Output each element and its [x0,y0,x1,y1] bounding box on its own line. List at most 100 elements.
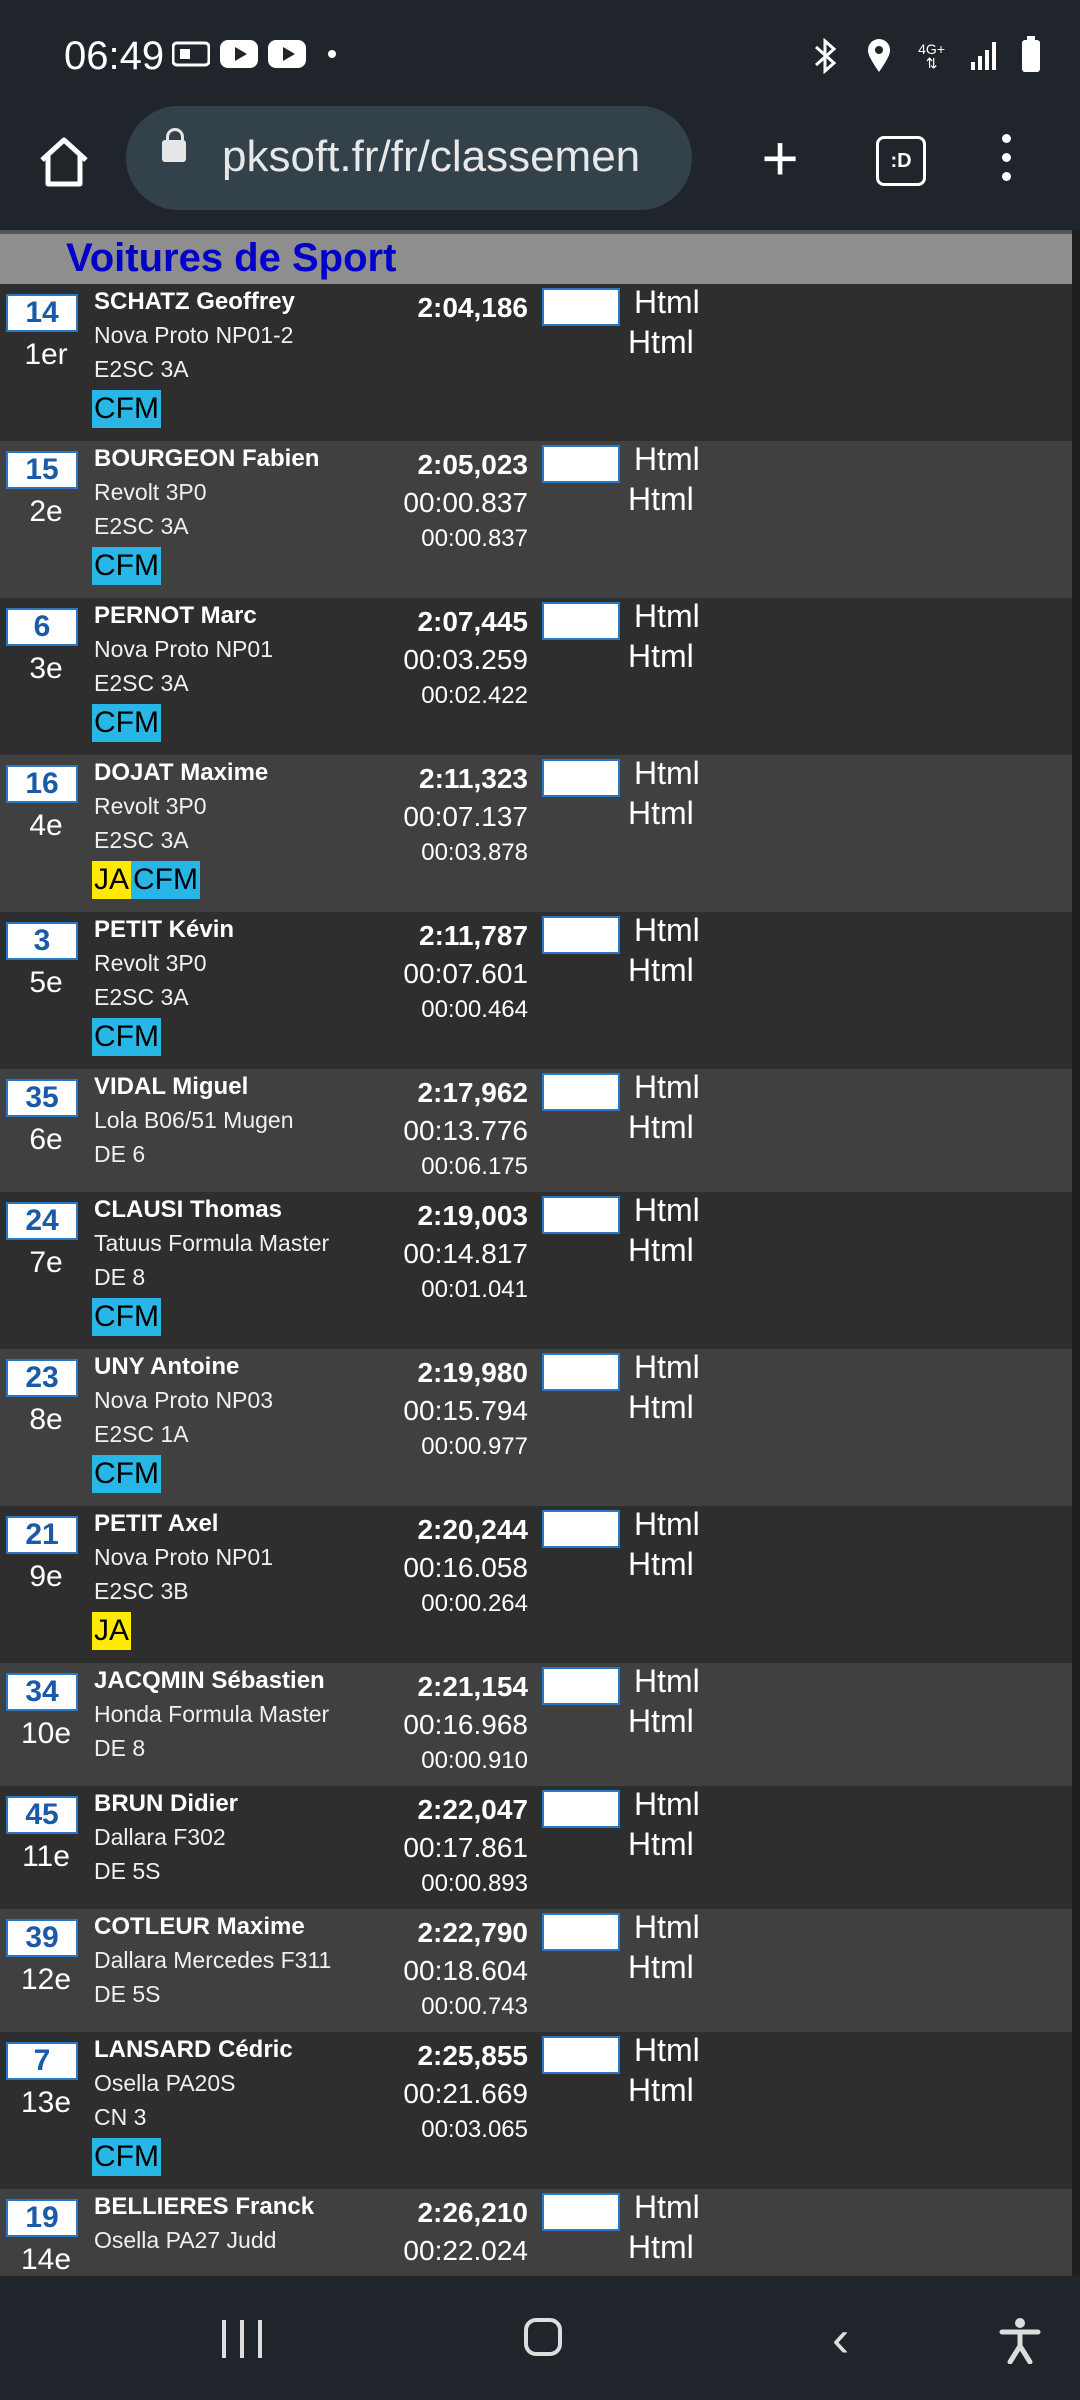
driver-name: COTLEUR Maxime [94,1913,305,1940]
position: 5e [29,966,63,999]
result-checkbox[interactable] [542,1073,620,1111]
html-link[interactable]: Html [634,1349,700,1386]
html-link[interactable]: Html [628,952,694,989]
result-checkbox[interactable] [542,1913,620,1951]
result-row[interactable]: 39 12e COTLEUR Maxime Dallara Mercedes F311… [0,1909,1072,2032]
result-checkbox[interactable] [542,288,620,326]
html-link[interactable]: Html [628,1389,694,1426]
result-row[interactable]: 45 11e BRUN Didier Dallara F302 DE 5S 2:22,04… [0,1786,1072,1909]
more-menu-icon[interactable] [996,134,1016,190]
html-link[interactable]: Html [628,1826,694,1863]
car-model: Osella PA20S [94,2070,236,2096]
car-number[interactable]: 21 [6,1516,78,1554]
car-number[interactable]: 39 [6,1919,78,1957]
html-link[interactable]: Html [628,2072,694,2109]
gap-to-previous: 00:00.893 [421,1870,528,1897]
html-link[interactable]: Html [634,1069,700,1106]
result-row[interactable]: 3 5e PETIT Kévin Revolt 3P0 E2SC 3A CFM 2:11,7… [0,912,1072,1069]
cfm-badge: CFM [92,704,161,742]
result-row[interactable]: 24 7e CLAUSI Thomas Tatuus Formula Master DE… [0,1192,1072,1349]
car-number[interactable]: 35 [6,1079,78,1117]
car-number[interactable]: 34 [6,1673,78,1711]
car-class: DE 6 [94,1141,146,1167]
car-number[interactable]: 45 [6,1796,78,1834]
car-number[interactable]: 7 [6,2042,78,2080]
lap-time: 2:22,790 [417,1917,528,1948]
html-link[interactable]: Html [634,912,700,949]
car-number[interactable]: 24 [6,1202,78,1240]
result-checkbox[interactable] [542,916,620,954]
driver-name: VIDAL Miguel [94,1073,249,1100]
gap-to-leader: 00:07.601 [403,958,528,989]
html-link[interactable]: Html [628,638,694,675]
car-number[interactable]: 19 [6,2199,78,2237]
html-link[interactable]: Html [628,1232,694,1269]
position: 6e [29,1123,63,1156]
car-number[interactable]: 15 [6,451,78,489]
html-link[interactable]: Html [634,755,700,792]
car-number[interactable]: 6 [6,608,78,646]
gap-to-leader: 00:16.058 [403,1552,528,1583]
result-row[interactable]: 16 4e DOJAT Maxime Revolt 3P0 E2SC 3A JA CFM 2:… [0,755,1072,912]
car-number[interactable]: 16 [6,765,78,803]
recent-apps-icon[interactable] [222,2320,262,2358]
html-link[interactable]: Html [628,1703,694,1740]
car-class: E2SC 3B [94,1578,189,1604]
car-number[interactable]: 14 [6,294,78,332]
html-link[interactable]: Html [634,2189,700,2226]
new-tab-icon[interactable]: + [750,126,810,190]
tab-switcher-button[interactable]: :D [876,136,926,186]
result-checkbox[interactable] [542,1790,620,1828]
html-link[interactable]: Html [634,284,700,321]
html-link[interactable]: Html [634,1786,700,1823]
gap-to-previous: 00:00.264 [421,1590,528,1617]
data-arrows-icon: ⇅ [925,55,938,71]
html-link[interactable]: Html [634,1506,700,1543]
accessibility-icon[interactable] [996,2316,1044,2364]
html-link[interactable]: Html [628,2229,694,2266]
result-row[interactable]: 23 8e UNY Antoine Nova Proto NP03 E2SC 1A CFM… [0,1349,1072,1506]
html-link[interactable]: Html [628,481,694,518]
result-row[interactable]: 14 1er SCHATZ Geoffrey Nova Proto NP01-2 E2S… [0,284,1072,441]
html-link[interactable]: Html [628,1546,694,1583]
html-link[interactable]: Html [628,795,694,832]
result-row[interactable]: 34 10e JACQMIN Sébastien Honda Formula Mast… [0,1663,1072,1786]
home-icon[interactable] [36,134,92,190]
car-model: Tatuus Formula Master [94,1230,330,1256]
result-row[interactable]: 6 3e PERNOT Marc Nova Proto NP01 E2SC 3A CFM 2… [0,598,1072,755]
result-checkbox[interactable] [542,602,620,640]
badges: CFM [92,704,161,742]
html-link[interactable]: Html [634,1663,700,1700]
html-link[interactable]: Html [634,441,700,478]
car-number[interactable]: 23 [6,1359,78,1397]
result-checkbox[interactable] [542,2193,620,2231]
address-bar[interactable]: pksoft.fr/fr/classemen [126,106,692,210]
result-checkbox[interactable] [542,1667,620,1705]
html-link[interactable]: Html [634,1192,700,1229]
result-row[interactable]: 19 14e BELLIERES Franck Osella PA27 Judd 2:2… [0,2189,1072,2276]
driver-name: BOURGEON Fabien [94,445,320,472]
html-link[interactable]: Html [628,324,694,361]
results-page: Voitures de Sport 14 1er SCHATZ Geoffrey No… [0,230,1072,2276]
html-link[interactable]: Html [634,598,700,635]
home-nav-icon[interactable] [524,2318,562,2356]
result-checkbox[interactable] [542,1196,620,1234]
result-checkbox[interactable] [542,445,620,483]
result-checkbox[interactable] [542,1353,620,1391]
position: 10e [20,1717,72,1750]
html-link[interactable]: Html [634,1909,700,1946]
result-checkbox[interactable] [542,759,620,797]
html-link[interactable]: Html [634,2032,700,2069]
result-row[interactable]: 7 13e LANSARD Cédric Osella PA20S CN 3 CFM 2:2… [0,2032,1072,2189]
badges: CFM [92,390,161,428]
result-row[interactable]: 15 2e BOURGEON Fabien Revolt 3P0 E2SC 3A CFM 2… [0,441,1072,598]
result-row[interactable]: 35 6e VIDAL Miguel Lola B06/51 Mugen DE 6 2:1… [0,1069,1072,1192]
back-icon[interactable]: ‹ [832,2313,849,2365]
car-number[interactable]: 3 [6,922,78,960]
result-checkbox[interactable] [542,2036,620,2074]
result-checkbox[interactable] [542,1510,620,1548]
html-link[interactable]: Html [628,1109,694,1146]
result-row[interactable]: 21 9e PETIT Axel Nova Proto NP01 E2SC 3B JA 2:… [0,1506,1072,1663]
system-icons: 4G+ ⇅ [812,36,1040,74]
html-link[interactable]: Html [628,1949,694,1986]
